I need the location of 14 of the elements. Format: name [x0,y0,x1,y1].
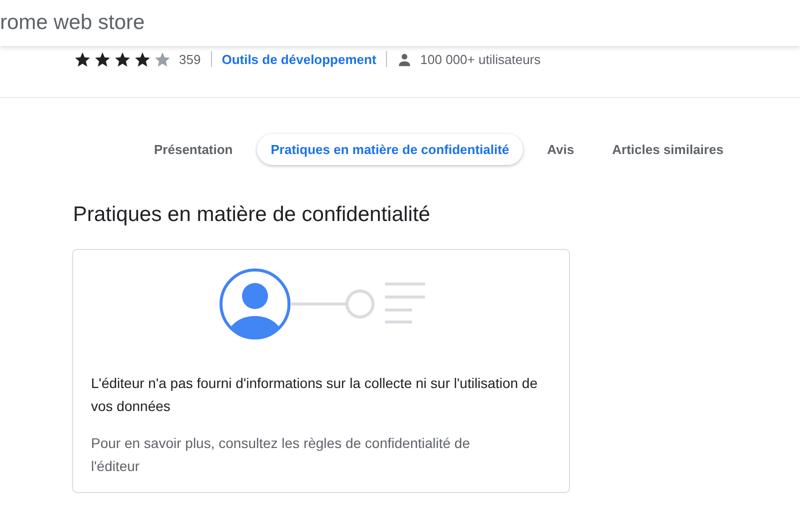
section-heading: Pratiques en matière de confidentialité [73,203,432,227]
store-title: rome web store [0,11,145,35]
star-icon [74,50,91,68]
star-icon [134,50,151,68]
privacy-note: Pour en savoir plus, consultez les règles de confidentialité de l'éditeur [91,434,471,476]
tab[interactable]: Pratiques en matière de confidentialité [256,134,524,165]
privacy-message: L'éditeur n'a pas fourni d'informations sur la collecte ni sur l'utilisation de vos données [91,374,538,416]
star-icon [94,50,111,68]
rating-count: 359 [179,52,201,66]
user-count: 100 000+ utilisateurs [420,52,541,66]
star-icon [114,50,131,68]
category-link[interactable]: Outils de développement [222,52,376,66]
person-icon [397,52,412,66]
star-icon [154,50,171,68]
